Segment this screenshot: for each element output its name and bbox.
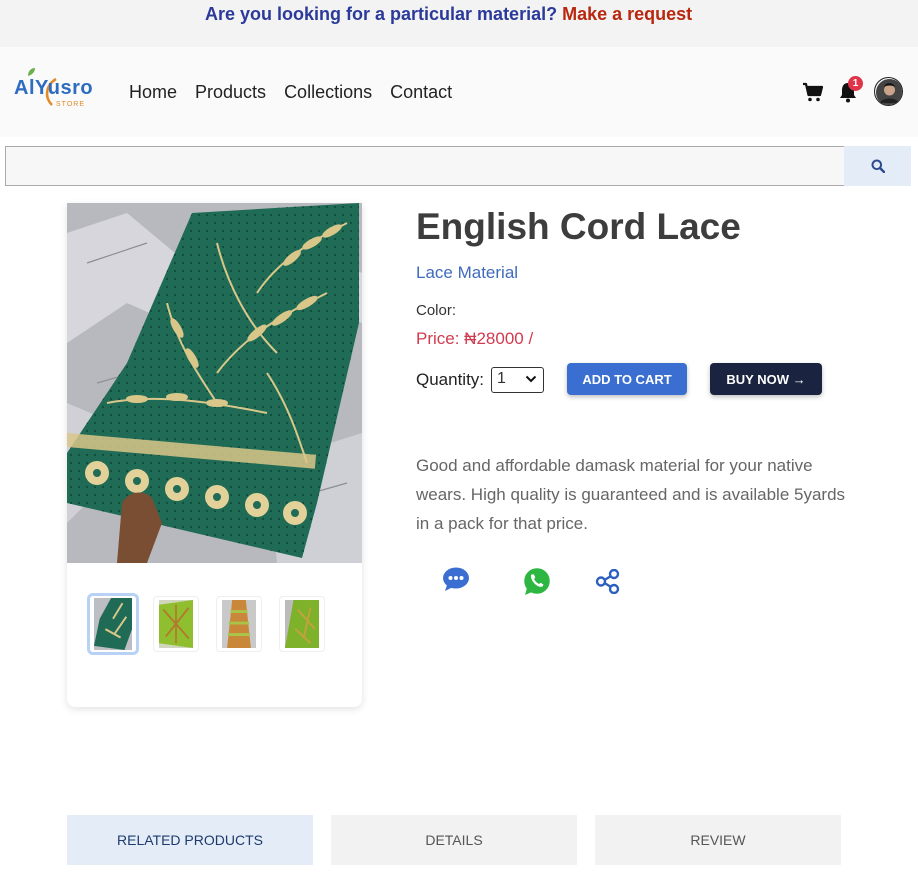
search-input[interactable] (5, 146, 845, 186)
thumbnail-2[interactable] (153, 596, 199, 652)
thumbnail-image (159, 600, 193, 648)
thumbnail-1[interactable] (87, 593, 139, 655)
user-avatar[interactable] (874, 77, 903, 106)
search-icon (871, 159, 885, 173)
thumbnail-4[interactable] (279, 596, 325, 652)
chat-icon[interactable] (442, 566, 470, 592)
add-to-cart-button[interactable]: ADD TO CART (567, 363, 687, 395)
avatar-image (875, 78, 902, 105)
thumbnail-image (222, 600, 256, 648)
promo-question: Are you looking for a particular materia… (205, 4, 558, 24)
make-request-link[interactable]: Make a request (562, 4, 692, 24)
nav-collections[interactable]: Collections (284, 82, 372, 103)
leaf-icon (28, 68, 35, 76)
logo-tagline: STORE (56, 101, 85, 108)
product-category-link[interactable]: Lace Material (416, 263, 518, 283)
thumbnail-3[interactable] (216, 596, 262, 652)
color-label: Color: (416, 302, 457, 319)
promo-text: Are you looking for a particular materia… (205, 4, 692, 25)
nav-home[interactable]: Home (129, 82, 177, 103)
chevron-down-icon (525, 375, 537, 383)
product-price: Price: ₦28000 / (416, 329, 534, 348)
search-bar (5, 146, 911, 186)
thumbnail-strip (87, 593, 342, 655)
notification-badge: 1 (848, 76, 863, 91)
tab-details[interactable]: DETAILS (331, 815, 577, 865)
store-logo[interactable]: AlYusro STORE (12, 65, 102, 117)
whatsapp-icon[interactable] (520, 564, 554, 598)
buy-now-button[interactable]: BUY NOW → (710, 363, 822, 395)
nav-products[interactable]: Products (195, 82, 266, 103)
thumbnail-image (94, 598, 132, 650)
promo-bar: Are you looking for a particular materia… (0, 0, 918, 47)
main-nav: Home Products Collections Contact (129, 82, 470, 103)
cart-icon[interactable] (802, 81, 824, 103)
product-title: English Cord Lace (416, 206, 741, 247)
tab-related-products[interactable]: RELATED PRODUCTS (67, 815, 313, 865)
quantity-select[interactable]: 1 (491, 367, 544, 393)
quantity-value: 1 (497, 370, 506, 387)
product-description: Good and affordable damask material for … (416, 456, 846, 533)
nav-contact[interactable]: Contact (390, 82, 452, 103)
product-gallery (67, 203, 362, 707)
search-button[interactable] (844, 146, 911, 186)
thumbnail-image (285, 600, 319, 648)
header: AlYusro STORE Home Products Collections … (0, 47, 918, 137)
logo-name: AlYusro (14, 77, 94, 99)
main-product-image[interactable] (67, 203, 362, 563)
tab-review[interactable]: REVIEW (595, 815, 841, 865)
share-icon[interactable] (595, 569, 620, 594)
quantity-label: Quantity: (416, 370, 485, 389)
